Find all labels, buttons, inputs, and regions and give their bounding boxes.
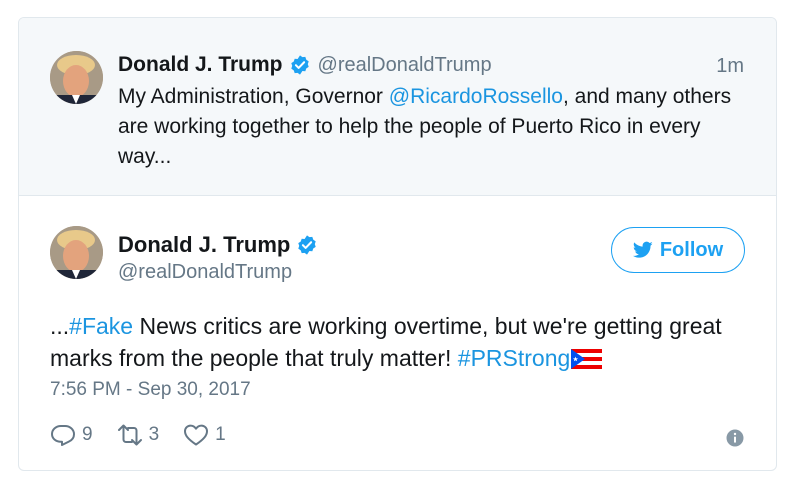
follow-button[interactable]: Follow: [611, 227, 745, 273]
verified-badge-icon: [296, 234, 318, 256]
author-name[interactable]: Donald J. Trump: [118, 232, 290, 258]
reply-action[interactable]: 9: [50, 423, 93, 447]
verified-badge-icon: [289, 54, 311, 76]
like-count: 1: [215, 424, 226, 445]
author-handle[interactable]: @realDonaldTrump: [318, 54, 492, 77]
tweet-time[interactable]: 1m: [716, 55, 744, 78]
text-segment: News critics are working overtime, but w…: [50, 313, 722, 371]
author-handle[interactable]: @realDonaldTrump: [118, 261, 292, 284]
mention-link[interactable]: @RicardoRossello: [389, 85, 563, 108]
reply-icon: [51, 425, 75, 446]
retweet-icon: [117, 424, 142, 446]
avatar[interactable]: [50, 51, 103, 104]
tweet-text: ...#Fake News critics are working overti…: [50, 310, 750, 374]
parent-tweet-text: My Administration, Governor @RicardoRoss…: [118, 82, 748, 172]
author-name[interactable]: Donald J. Trump: [118, 53, 283, 77]
puerto-rico-flag-icon: [571, 345, 603, 369]
heart-icon: [184, 424, 209, 446]
twitter-bird-icon: [632, 241, 653, 258]
tweet-timestamp[interactable]: 7:56 PM - Sep 30, 2017: [50, 379, 251, 401]
text-segment: My Administration, Governor: [118, 85, 389, 108]
tweet-actions: 9 3 1: [50, 423, 250, 447]
embedded-tweet-card: Donald J. Trump @realDonaldTrump 1m My A…: [18, 17, 777, 471]
main-author-row: Donald J. Trump: [118, 232, 318, 258]
info-icon[interactable]: [726, 429, 744, 447]
hashtag-link[interactable]: #Fake: [69, 313, 133, 339]
like-action[interactable]: 1: [183, 423, 226, 447]
parent-author-row: Donald J. Trump @realDonaldTrump: [118, 53, 492, 77]
text-segment: ...: [50, 313, 70, 339]
hashtag-link[interactable]: #PRStrong: [458, 345, 571, 371]
retweet-count: 3: [148, 424, 160, 445]
retweet-action[interactable]: 3: [117, 423, 160, 447]
reply-count: 9: [82, 424, 93, 445]
parent-tweet[interactable]: Donald J. Trump @realDonaldTrump 1m My A…: [19, 18, 776, 196]
avatar[interactable]: [50, 226, 103, 279]
follow-label: Follow: [659, 238, 724, 261]
